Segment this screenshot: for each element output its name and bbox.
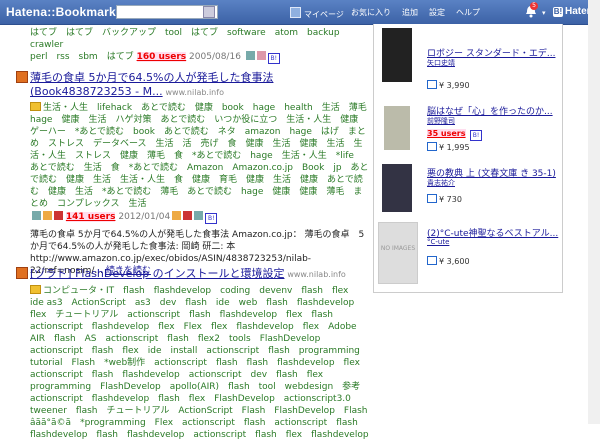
user-avatar-icon[interactable]	[245, 51, 255, 60]
top-entry-tags: はてブ はてブ バックアップ tool はてブ software atom ba…	[30, 28, 349, 64]
entry-domain[interactable]: www.nilab.info	[287, 270, 345, 279]
users-count[interactable]: 141 users	[65, 212, 116, 222]
user-avatar-icon[interactable]	[183, 211, 193, 220]
bookmark-button-icon[interactable]: B!	[267, 53, 280, 64]
nav-mypage[interactable]: マイページ	[290, 7, 344, 20]
book-cover[interactable]	[382, 28, 412, 82]
entry-domain[interactable]: www.nilab.info	[165, 88, 223, 97]
bookmark-button-icon[interactable]: B!	[205, 213, 218, 224]
favicon-icon	[16, 267, 28, 279]
book-bookmarks: 35 users B!	[427, 129, 483, 141]
book-author[interactable]: °C-ute	[427, 238, 449, 246]
cart-icon[interactable]	[427, 142, 437, 151]
book-cover[interactable]	[384, 106, 410, 150]
user-icon	[290, 7, 301, 18]
book-author[interactable]: 矢口史靖	[427, 58, 455, 68]
entry-item: [ヅラド] FlashDevelop のインストールと環境設定 www.nila…	[16, 265, 377, 441]
chevron-down-icon[interactable]: ▾	[542, 9, 546, 17]
user-avatar-icon[interactable]	[194, 211, 204, 220]
book-price: ¥ 730	[427, 194, 462, 204]
book-price: ¥ 1,995	[427, 142, 470, 152]
book-price: ¥ 3,600	[427, 256, 470, 266]
book-author[interactable]: 前野隆司	[427, 116, 455, 126]
cart-icon[interactable]	[427, 256, 437, 265]
bookmark-button-icon[interactable]: B!	[470, 130, 483, 141]
nav-settings[interactable]: 設定	[429, 7, 445, 18]
folder-icon	[30, 102, 41, 111]
global-header: Hatena::Bookmark マイページ お気に入り 追加 設定 ヘルプ 5…	[0, 0, 600, 25]
hatena-logo-icon: B!	[553, 7, 563, 17]
entry-item: 薄毛の食卓 5か月で64.5%の人が発毛した食事法 (Book483872325…	[16, 69, 376, 277]
user-avatar-icon[interactable]	[256, 51, 266, 60]
entry-title[interactable]: [ヅラド] FlashDevelop のインストールと環境設定	[30, 267, 284, 280]
user-avatar-icon[interactable]	[172, 211, 182, 220]
book-cover[interactable]	[382, 164, 412, 212]
cart-icon[interactable]	[427, 80, 437, 89]
folder-icon	[30, 285, 41, 294]
users-count[interactable]: 35 users	[427, 129, 466, 138]
notification-count: 5	[530, 2, 538, 10]
users-count[interactable]: 160 users	[136, 52, 187, 62]
scrollbar[interactable]	[588, 0, 600, 424]
favicon-icon	[16, 71, 28, 83]
book-cover-placeholder[interactable]: NO IMAGES	[378, 222, 418, 284]
no-image-label: NO IMAGES	[380, 245, 416, 252]
user-avatar-icon[interactable]	[43, 211, 52, 220]
user-avatar-icon[interactable]	[32, 211, 41, 220]
entry-tags: コンピュータ・IT flash flashdevelop coding deve…	[30, 285, 377, 440]
nav-help[interactable]: ヘルプ	[456, 7, 480, 18]
user-avatar-icon[interactable]	[54, 211, 63, 220]
entry-list: はてブ はてブ バックアップ tool はてブ software atom ba…	[16, 27, 377, 440]
amazon-sidebar: ロボジー スタンダード・エデ... 矢口史靖 ¥ 3,990 脳はなぜ「心」を作…	[373, 24, 563, 293]
cart-icon[interactable]	[427, 194, 437, 203]
book-author[interactable]: 貴志祐介	[427, 178, 455, 188]
entry-title[interactable]: 薄毛の食卓 5か月で64.5%の人が発毛した食事法 (Book483872325…	[30, 71, 273, 98]
book-price: ¥ 3,990	[427, 80, 470, 90]
search-button[interactable]	[203, 6, 215, 18]
site-logo[interactable]: Hatena::Bookmark	[6, 5, 116, 19]
entry-tags: 生活・人生 lifehack あとで読む 健康 book hage health…	[30, 102, 376, 209]
entry-date: 2012/01/04	[118, 212, 171, 222]
nav-add[interactable]: 追加	[402, 7, 418, 18]
nav-favorites[interactable]: お気に入り	[351, 7, 391, 18]
entry-date: 2005/08/16	[189, 52, 241, 62]
